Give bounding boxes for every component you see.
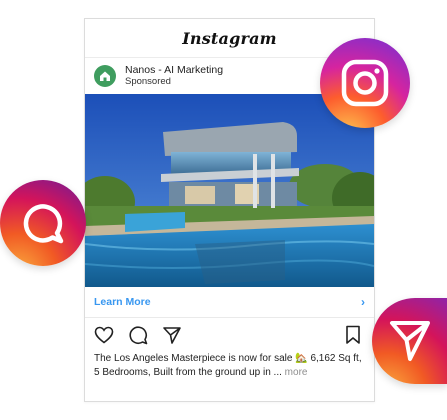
learn-more-label: Learn More [94, 296, 151, 308]
send-bubble [372, 298, 447, 384]
chat-bubble-icon [23, 204, 64, 244]
send-icon[interactable] [162, 325, 182, 345]
chevron-right-icon: › [361, 295, 365, 309]
instagram-logo-icon [341, 59, 389, 107]
caption-more-link[interactable]: more [285, 367, 308, 378]
learn-more-cta[interactable]: Learn More › [85, 287, 374, 318]
instagram-wordmark: Instagram [182, 28, 277, 48]
chat-bubble [0, 180, 86, 266]
heart-icon[interactable] [94, 325, 114, 345]
bookmark-icon[interactable] [343, 325, 363, 345]
action-bar [85, 318, 374, 352]
caption-text: The Los Angeles Masterpiece is now for s… [94, 353, 362, 378]
post-image[interactable] [85, 94, 374, 287]
account-name[interactable]: Nanos - AI Marketing [125, 65, 223, 76]
comment-icon[interactable] [128, 325, 148, 345]
house-logo-icon[interactable] [94, 65, 116, 87]
instagram-logo-bubble [320, 38, 410, 128]
sponsored-label: Sponsored [125, 76, 171, 87]
paper-plane-icon [390, 321, 430, 361]
post-caption: The Los Angeles Masterpiece is now for s… [85, 352, 374, 380]
